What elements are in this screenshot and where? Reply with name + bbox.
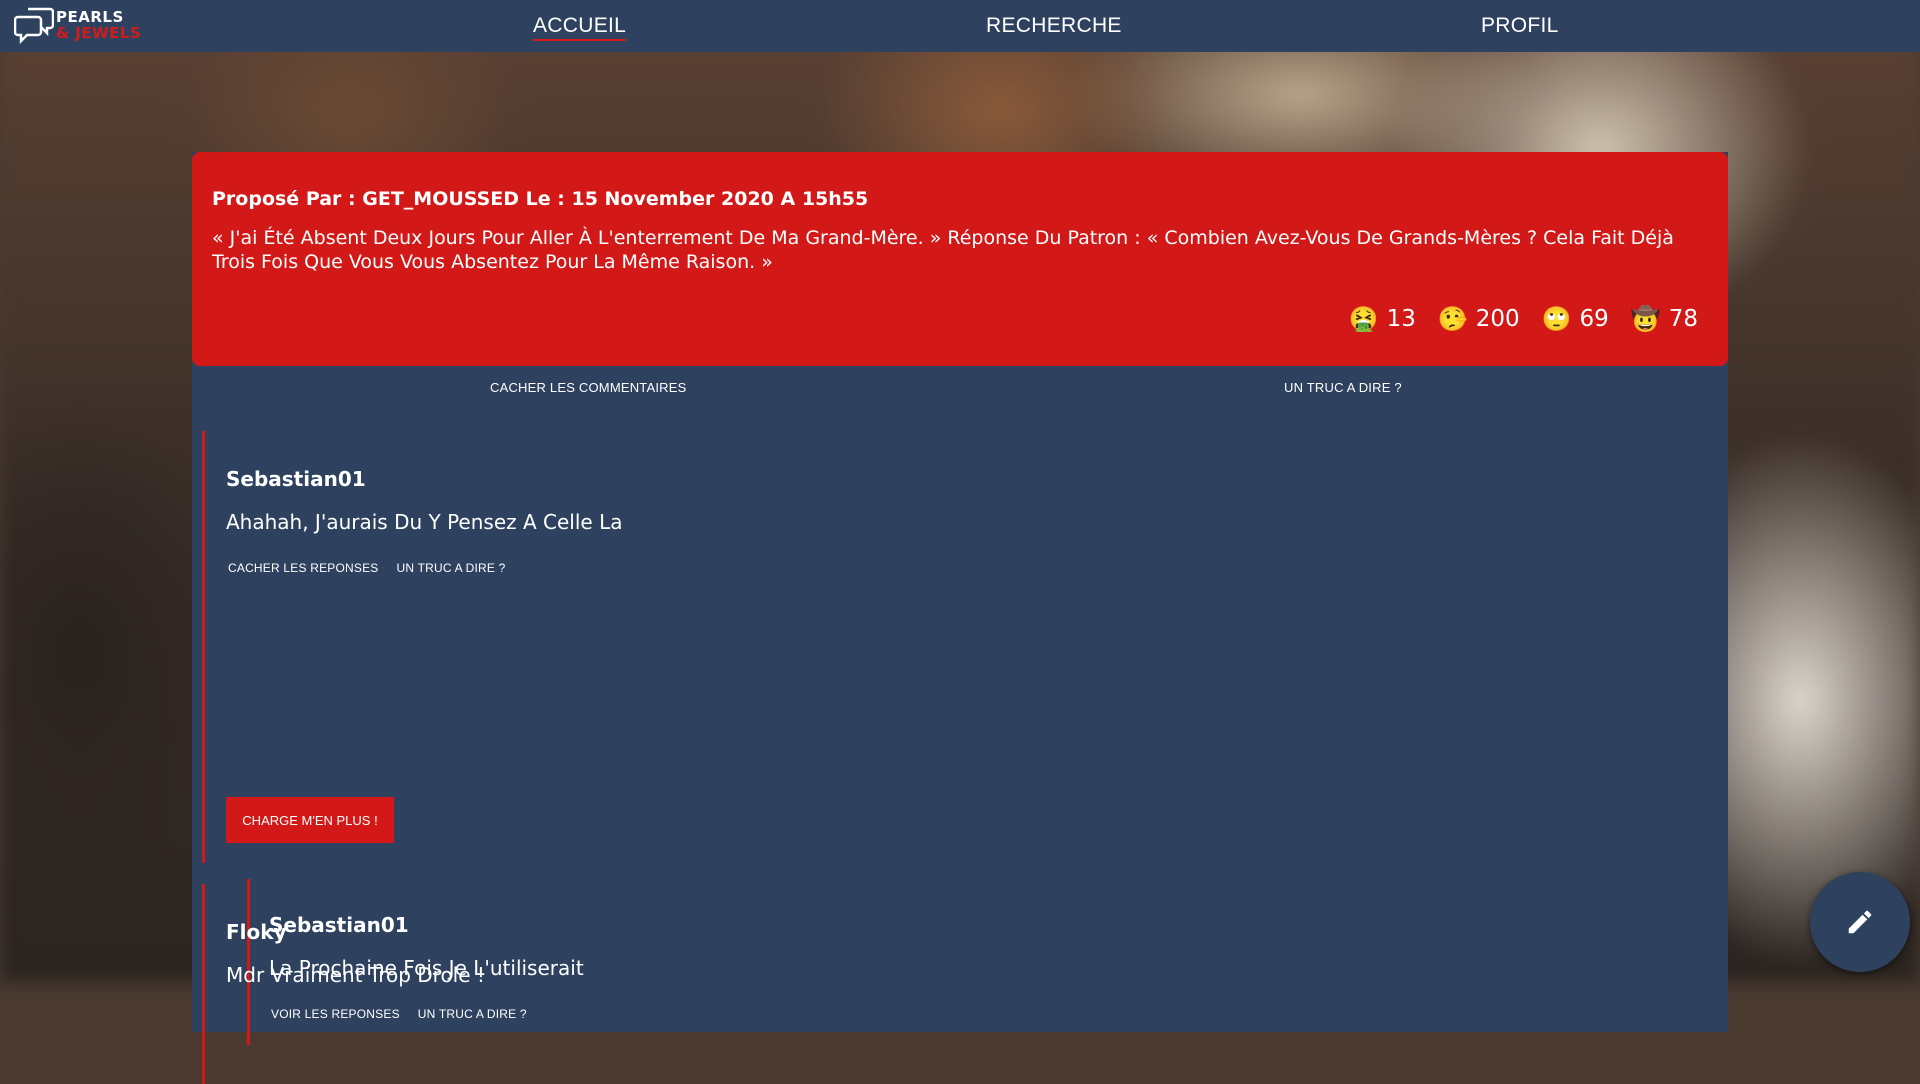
joke-panel: Proposé Par : GET_MOUSSED Le : 15 Novemb… (192, 152, 1728, 366)
comment: Sebastian01 Ahahah, J'aurais Du Y Pensez… (202, 431, 1705, 1045)
comment-actions: CACHER LES REPONSES UN TRUC A DIRE ? (228, 561, 506, 575)
navbar: PEARLS & JEWELS ACCUEIL RECHERCHE PROFIL (0, 0, 1920, 52)
nav-search[interactable]: RECHERCHE (986, 14, 1122, 38)
comment-body: Ahahah, J'aurais Du Y Pensez A Celle La (226, 510, 623, 534)
pencil-icon (1848, 910, 1872, 934)
reactions: 🤮 13 🤥 200 🙄 69 🤠 78 (1349, 306, 1698, 332)
cowboy-face-icon: 🤠 (1630, 305, 1661, 333)
comment: Floky Mdr Vraiment Trop Drole ! (202, 884, 1705, 1084)
reply-button[interactable]: UN TRUC A DIRE ? (397, 561, 506, 575)
joke-text: « J'ai Été Absent Deux Jours Pour Aller … (212, 227, 1674, 273)
lying-face-icon: 🤥 (1437, 305, 1468, 333)
comment-author: Sebastian01 (226, 467, 366, 491)
reaction-count: 78 (1668, 306, 1698, 332)
reaction-nauseated[interactable]: 🤮 13 (1349, 306, 1416, 332)
nav-home[interactable]: ACCUEIL (533, 14, 627, 41)
reaction-cowboy[interactable]: 🤠 78 (1631, 306, 1698, 332)
speech-bubbles-icon (14, 7, 54, 44)
load-more-button[interactable]: CHARGE M'EN PLUS ! (226, 797, 394, 843)
reaction-eye-roll[interactable]: 🙄 69 (1542, 306, 1609, 332)
comment-body: Mdr Vraiment Trop Drole ! (226, 963, 485, 987)
comment-author: Floky (226, 920, 287, 944)
eye-roll-icon: 🙄 (1541, 305, 1572, 333)
reaction-lying[interactable]: 🤥 200 (1438, 306, 1520, 332)
toggle-replies-button[interactable]: CACHER LES REPONSES (228, 561, 379, 575)
write-joke-button[interactable] (1810, 872, 1910, 972)
comment-button[interactable]: UN TRUC A DIRE ? (1284, 380, 1402, 395)
joke-meta: Proposé Par : GET_MOUSSED Le : 15 Novemb… (212, 188, 869, 210)
reaction-count: 69 (1579, 306, 1609, 332)
logo[interactable]: PEARLS & JEWELS (14, 4, 144, 48)
toggle-comments-button[interactable]: CACHER LES COMMENTAIRES (490, 380, 687, 395)
joke-card: Proposé Par : GET_MOUSSED Le : 15 Novemb… (192, 152, 1728, 1084)
nauseated-face-icon: 🤮 (1348, 305, 1379, 333)
nav-profile[interactable]: PROFIL (1481, 14, 1559, 38)
reaction-count: 200 (1475, 306, 1520, 332)
reaction-count: 13 (1386, 306, 1416, 332)
logo-text-jewels: & JEWELS (56, 24, 142, 42)
